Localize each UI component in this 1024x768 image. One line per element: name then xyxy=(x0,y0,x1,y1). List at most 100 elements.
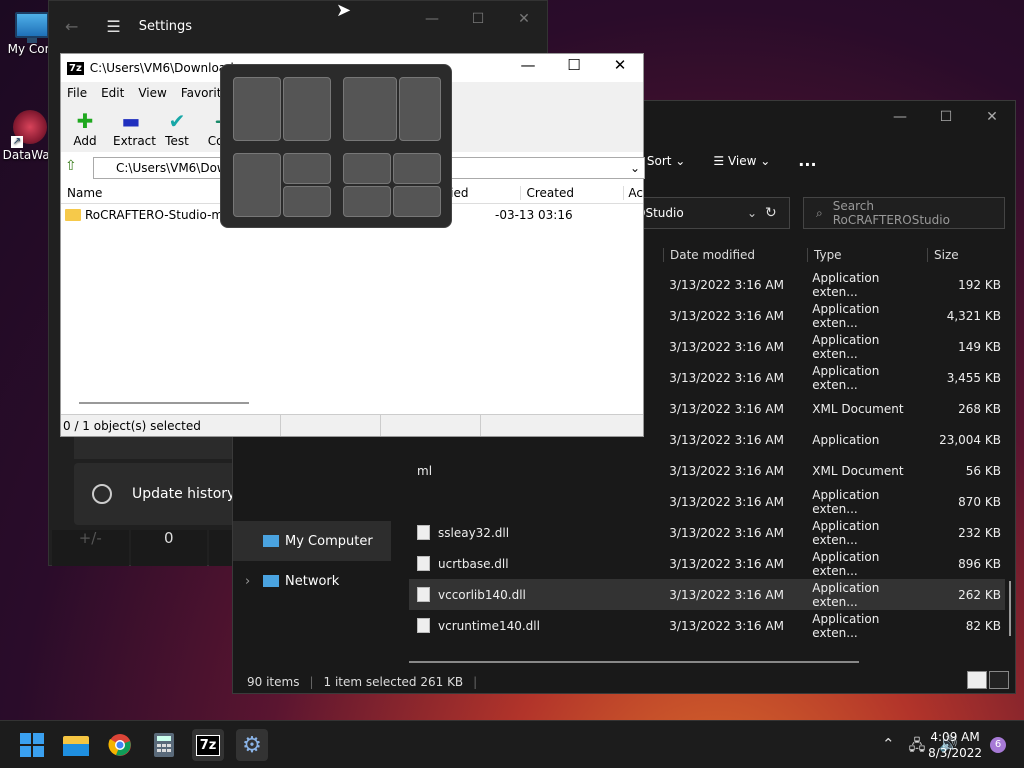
notification-badge[interactable]: 6 xyxy=(990,737,1006,753)
7zip-taskbar[interactable]: 7z xyxy=(192,729,224,761)
snap-zone[interactable] xyxy=(399,77,441,141)
table-row[interactable]: 3/13/2022 3:16 AM Application exten... 870… xyxy=(409,486,1005,517)
file-date: 3/13/2022 3:16 AM xyxy=(669,463,784,478)
network-icon[interactable]: 🖧 xyxy=(909,735,926,760)
close-icon[interactable]: ✕ xyxy=(969,109,1015,125)
nav-item-my-computer[interactable]: My Computer xyxy=(233,521,391,561)
column-ac[interactable]: Ac xyxy=(624,186,643,200)
snap-zone[interactable] xyxy=(343,77,397,141)
add-button[interactable]: ✚ Add xyxy=(67,108,103,148)
chevron-down-icon[interactable]: ⌄ xyxy=(747,206,757,220)
maximize-icon[interactable]: ☐ xyxy=(455,11,501,27)
settings-title: Settings xyxy=(138,18,193,34)
calc-key-negate[interactable]: +/- xyxy=(52,530,129,566)
nav-label: Network xyxy=(285,573,340,589)
table-row[interactable]: ml 3/13/2022 3:16 AM XML Document 56 KB xyxy=(409,455,1005,486)
snap-zone[interactable] xyxy=(393,186,441,217)
calc-key-zero[interactable]: 0 xyxy=(130,530,208,566)
close-icon[interactable]: ✕ xyxy=(501,11,547,27)
clock-date: 8/3/2022 xyxy=(928,746,982,760)
more-options-button[interactable]: ... xyxy=(798,151,816,170)
sort-label: Sort xyxy=(646,153,672,168)
menu-file[interactable]: File xyxy=(67,86,87,100)
table-row[interactable]: vcruntime140.dll 3/13/2022 3:16 AM Applica… xyxy=(409,610,1005,641)
view-button[interactable]: ☰ View ⌄ xyxy=(713,154,770,168)
navigation-pane: My Computer › Network xyxy=(233,521,391,601)
clock-time: 4:09 AM xyxy=(930,730,980,744)
status-cell xyxy=(381,415,481,436)
search-input[interactable]: ⌕ Search RoCRAFTEROStudio xyxy=(803,197,1005,229)
menu-edit[interactable]: Edit xyxy=(101,86,124,100)
calculator-taskbar[interactable] xyxy=(148,729,180,761)
menu-view[interactable]: View xyxy=(138,86,166,100)
command-bar: ⇅ Sort ⌄ ☰ View ⌄ ... xyxy=(633,151,817,170)
nav-item-network[interactable]: › Network xyxy=(233,561,391,601)
history-icon xyxy=(92,484,112,504)
snap-zone[interactable] xyxy=(393,153,441,184)
file-type: Application exten... xyxy=(812,518,880,547)
details-view-icon[interactable] xyxy=(967,671,987,689)
column-modified[interactable]: ified xyxy=(443,185,521,200)
file-type: XML Document xyxy=(812,401,904,416)
column-size[interactable]: Size xyxy=(927,248,1007,262)
calc-key[interactable] xyxy=(209,530,232,566)
chevron-up-icon[interactable]: ⌃ xyxy=(882,735,895,760)
file-size: 82 KB xyxy=(965,618,1001,633)
snap-zone[interactable] xyxy=(283,153,331,184)
7zip-window-controls: — ☐ ✕ xyxy=(505,56,643,74)
snap-zone[interactable] xyxy=(233,153,281,217)
vertical-scrollbar[interactable] xyxy=(1009,581,1011,636)
file-type: Application exten... xyxy=(812,611,880,640)
maximize-icon[interactable]: ☐ xyxy=(551,56,597,74)
extract-button[interactable]: ▬ Extract xyxy=(113,108,156,148)
folder-icon xyxy=(63,736,89,756)
file-date: 3/13/2022 3:16 AM xyxy=(669,432,784,447)
column-type[interactable]: Type xyxy=(807,248,927,262)
snap-zone[interactable] xyxy=(233,77,281,141)
column-headers: Date modified Type Size xyxy=(663,239,1007,271)
minimize-icon[interactable]: — xyxy=(877,109,923,125)
horizontal-scrollbar[interactable] xyxy=(79,402,249,404)
table-row[interactable]: ucrtbase.dll 3/13/2022 3:16 AM Application… xyxy=(409,548,1005,579)
table-row[interactable]: vccorlib140.dll 3/13/2022 3:16 AM Applicat… xyxy=(409,579,1005,610)
file-date: 3/13/2022 3:16 AM xyxy=(669,618,784,633)
minimize-icon[interactable]: — xyxy=(505,56,551,74)
file-type: Application exten... xyxy=(812,270,880,299)
start-button[interactable] xyxy=(16,729,48,761)
up-folder-icon[interactable]: ⇧ xyxy=(65,158,77,174)
snap-zone[interactable] xyxy=(343,186,391,217)
file-date: 3/13/2022 3:16 AM xyxy=(669,401,784,416)
add-icon: ✚ xyxy=(76,109,94,133)
chrome-taskbar[interactable] xyxy=(104,729,136,761)
file-date: 3/13/2022 3:16 AM xyxy=(669,308,784,323)
minimize-icon[interactable]: — xyxy=(409,11,455,27)
maximize-icon[interactable]: ☐ xyxy=(923,109,969,125)
settings-taskbar[interactable]: ⚙ xyxy=(236,729,268,761)
snap-layouts-flyout xyxy=(220,64,452,228)
file-explorer-taskbar[interactable] xyxy=(60,729,92,761)
search-icon: ⌕ xyxy=(816,205,823,220)
clock[interactable]: 4:09 AM 8/3/2022 xyxy=(928,729,982,761)
back-arrow-icon[interactable]: ← xyxy=(65,17,78,36)
column-date-modified[interactable]: Date modified xyxy=(663,248,807,262)
horizontal-scrollbar[interactable] xyxy=(409,661,859,663)
hamburger-menu-icon[interactable]: ☰ xyxy=(106,17,120,36)
snap-zone[interactable] xyxy=(343,153,391,184)
view-label: View xyxy=(727,153,757,168)
file-name-cell: ucrtbase.dll xyxy=(409,556,669,571)
table-row[interactable]: ssleay32.dll 3/13/2022 3:16 AM Application… xyxy=(409,517,1005,548)
refresh-icon[interactable]: ↻ xyxy=(765,205,777,221)
7zip-address-text: C:\Users\VM6\Dow xyxy=(116,161,227,175)
test-button[interactable]: ✔ Test xyxy=(159,108,195,148)
file-size: 896 KB xyxy=(958,556,1001,571)
item-count: 90 items xyxy=(247,675,300,689)
snap-zone[interactable] xyxy=(283,186,331,217)
tiles-view-icon[interactable] xyxy=(989,671,1009,689)
7zip-status-bar: 0 / 1 object(s) selected xyxy=(61,414,643,436)
chevron-down-icon[interactable]: ⌄ xyxy=(630,161,640,175)
status-cell xyxy=(281,415,381,436)
close-icon[interactable]: ✕ xyxy=(597,56,643,74)
column-created[interactable]: Created xyxy=(521,185,625,200)
snap-zone[interactable] xyxy=(283,77,331,141)
file-name-cell: ssleay32.dll xyxy=(409,525,669,540)
